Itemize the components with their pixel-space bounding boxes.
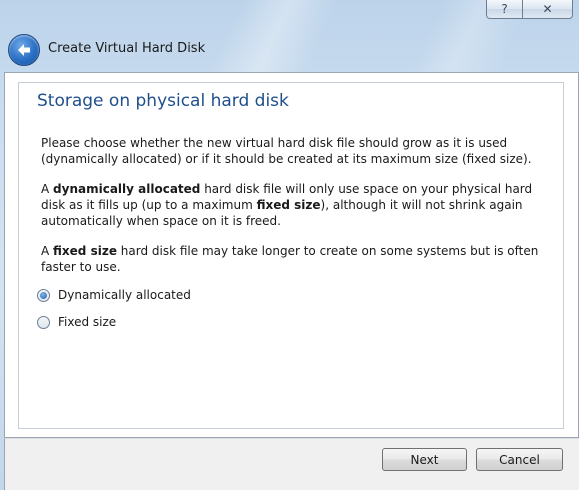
fixed-description-paragraph: A fixed size hard disk file may take lon… bbox=[41, 243, 551, 275]
radio-button-checked[interactable] bbox=[37, 288, 50, 302]
caption-buttons: ? ✕ bbox=[486, 0, 573, 19]
button-bar: Next Cancel bbox=[4, 438, 579, 490]
text-run: A bbox=[41, 244, 54, 258]
bold-text: dynamically allocated bbox=[53, 182, 201, 196]
help-button[interactable]: ? bbox=[486, 0, 523, 19]
cancel-button[interactable]: Cancel bbox=[476, 448, 563, 471]
wizard-page: Storage on physical hard disk Please cho… bbox=[4, 72, 579, 438]
intro-paragraph: Please choose whether the new virtual ha… bbox=[41, 136, 532, 166]
back-arrow-icon bbox=[18, 44, 30, 56]
close-button[interactable]: ✕ bbox=[523, 0, 573, 19]
help-icon: ? bbox=[501, 2, 508, 16]
dynamic-description-paragraph: A dynamically allocated hard disk file w… bbox=[41, 181, 551, 229]
radio-button-unchecked[interactable] bbox=[37, 315, 50, 329]
close-icon: ✕ bbox=[542, 2, 553, 16]
page-panel: Storage on physical hard disk Please cho… bbox=[18, 82, 564, 429]
bold-text: fixed size bbox=[256, 198, 321, 212]
back-button[interactable] bbox=[8, 34, 40, 66]
option-fixed-size[interactable]: Fixed size bbox=[37, 314, 116, 330]
option-dynamically-allocated[interactable]: Dynamically allocated bbox=[37, 287, 191, 303]
option-label: Dynamically allocated bbox=[58, 288, 191, 302]
text-run: A bbox=[41, 182, 54, 196]
wizard-title: Create Virtual Hard Disk bbox=[48, 41, 206, 56]
bold-text: fixed size bbox=[53, 244, 117, 258]
option-label: Fixed size bbox=[58, 315, 117, 329]
next-button[interactable]: Next bbox=[382, 448, 467, 471]
page-heading: Storage on physical hard disk bbox=[37, 91, 289, 111]
